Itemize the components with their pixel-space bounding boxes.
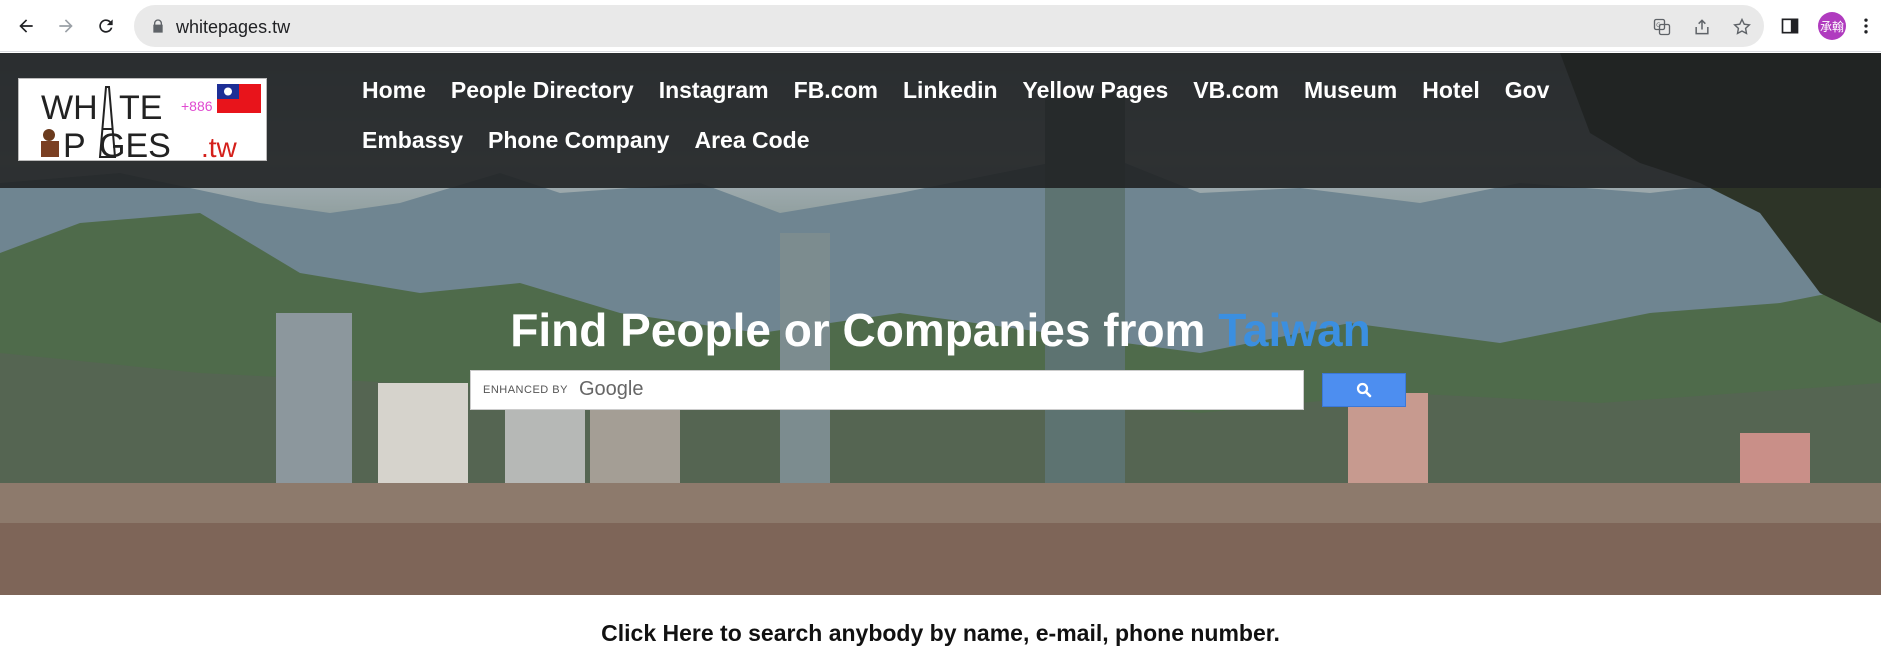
translate-icon[interactable]: G bbox=[1650, 15, 1674, 39]
browser-toolbar: whitepages.tw G 承翰 bbox=[0, 0, 1881, 52]
nav-fb-com[interactable]: FB.com bbox=[794, 72, 878, 122]
bookmark-star-icon[interactable] bbox=[1730, 15, 1754, 39]
site-logo[interactable]: WH TE P GES .tw +886 bbox=[18, 78, 267, 165]
nav-linkedin[interactable]: Linkedin bbox=[903, 72, 998, 122]
svg-text:G: G bbox=[1656, 23, 1661, 29]
lock-icon bbox=[153, 19, 163, 33]
forward-button[interactable] bbox=[50, 10, 82, 42]
nav-vb-com[interactable]: VB.com bbox=[1193, 72, 1279, 122]
share-icon[interactable] bbox=[1690, 15, 1714, 39]
search-anybody-link[interactable]: Click Here to search anybody by name, e-… bbox=[0, 620, 1881, 647]
hero-headline: Find People or Companies from Taiwan bbox=[0, 303, 1881, 357]
nav-museum[interactable]: Museum bbox=[1304, 72, 1397, 122]
hero-headline-main: Find People or Companies from bbox=[510, 304, 1219, 356]
nav-phone-company[interactable]: Phone Company bbox=[488, 122, 669, 172]
nav-yellow-pages[interactable]: Yellow Pages bbox=[1023, 72, 1169, 122]
url-text[interactable]: whitepages.tw bbox=[176, 17, 290, 38]
nav-area-code[interactable]: Area Code bbox=[694, 122, 809, 172]
nav-gov[interactable]: Gov bbox=[1505, 72, 1550, 122]
arrow-left-icon bbox=[19, 19, 33, 33]
address-bar[interactable]: whitepages.tw G bbox=[134, 5, 1764, 47]
arrow-right-icon bbox=[59, 19, 73, 33]
nav-home[interactable]: Home bbox=[362, 72, 426, 122]
search-input[interactable]: ENHANCED BY Google bbox=[470, 370, 1304, 410]
white-pages-logo-image: WH TE P GES .tw +886 bbox=[41, 84, 261, 165]
reload-icon bbox=[99, 19, 113, 33]
nav-embassy[interactable]: Embassy bbox=[362, 122, 463, 172]
svg-text:.tw: .tw bbox=[201, 132, 238, 162]
svg-text:WH: WH bbox=[41, 89, 98, 127]
nav-hotel[interactable]: Hotel bbox=[1422, 72, 1480, 122]
nav-people-directory[interactable]: People Directory bbox=[451, 72, 634, 122]
more-menu-icon[interactable] bbox=[1852, 12, 1880, 40]
profile-avatar[interactable]: 承翰 bbox=[1818, 12, 1846, 40]
back-button[interactable] bbox=[10, 10, 42, 42]
google-watermark: Google bbox=[579, 378, 644, 400]
search-button[interactable] bbox=[1322, 373, 1406, 407]
search-icon bbox=[1356, 382, 1372, 398]
side-panel-icon[interactable] bbox=[1776, 12, 1804, 40]
search-enhanced-label: ENHANCED BY bbox=[483, 384, 568, 396]
svg-text:+886: +886 bbox=[181, 98, 213, 114]
reload-button[interactable] bbox=[90, 10, 122, 42]
svg-text:TE: TE bbox=[119, 89, 162, 127]
hero-headline-accent: Taiwan bbox=[1218, 304, 1371, 356]
nav-instagram[interactable]: Instagram bbox=[659, 72, 769, 122]
main-navigation: Home People Directory Instagram FB.com L… bbox=[362, 72, 1682, 172]
svg-text:P: P bbox=[63, 127, 86, 162]
